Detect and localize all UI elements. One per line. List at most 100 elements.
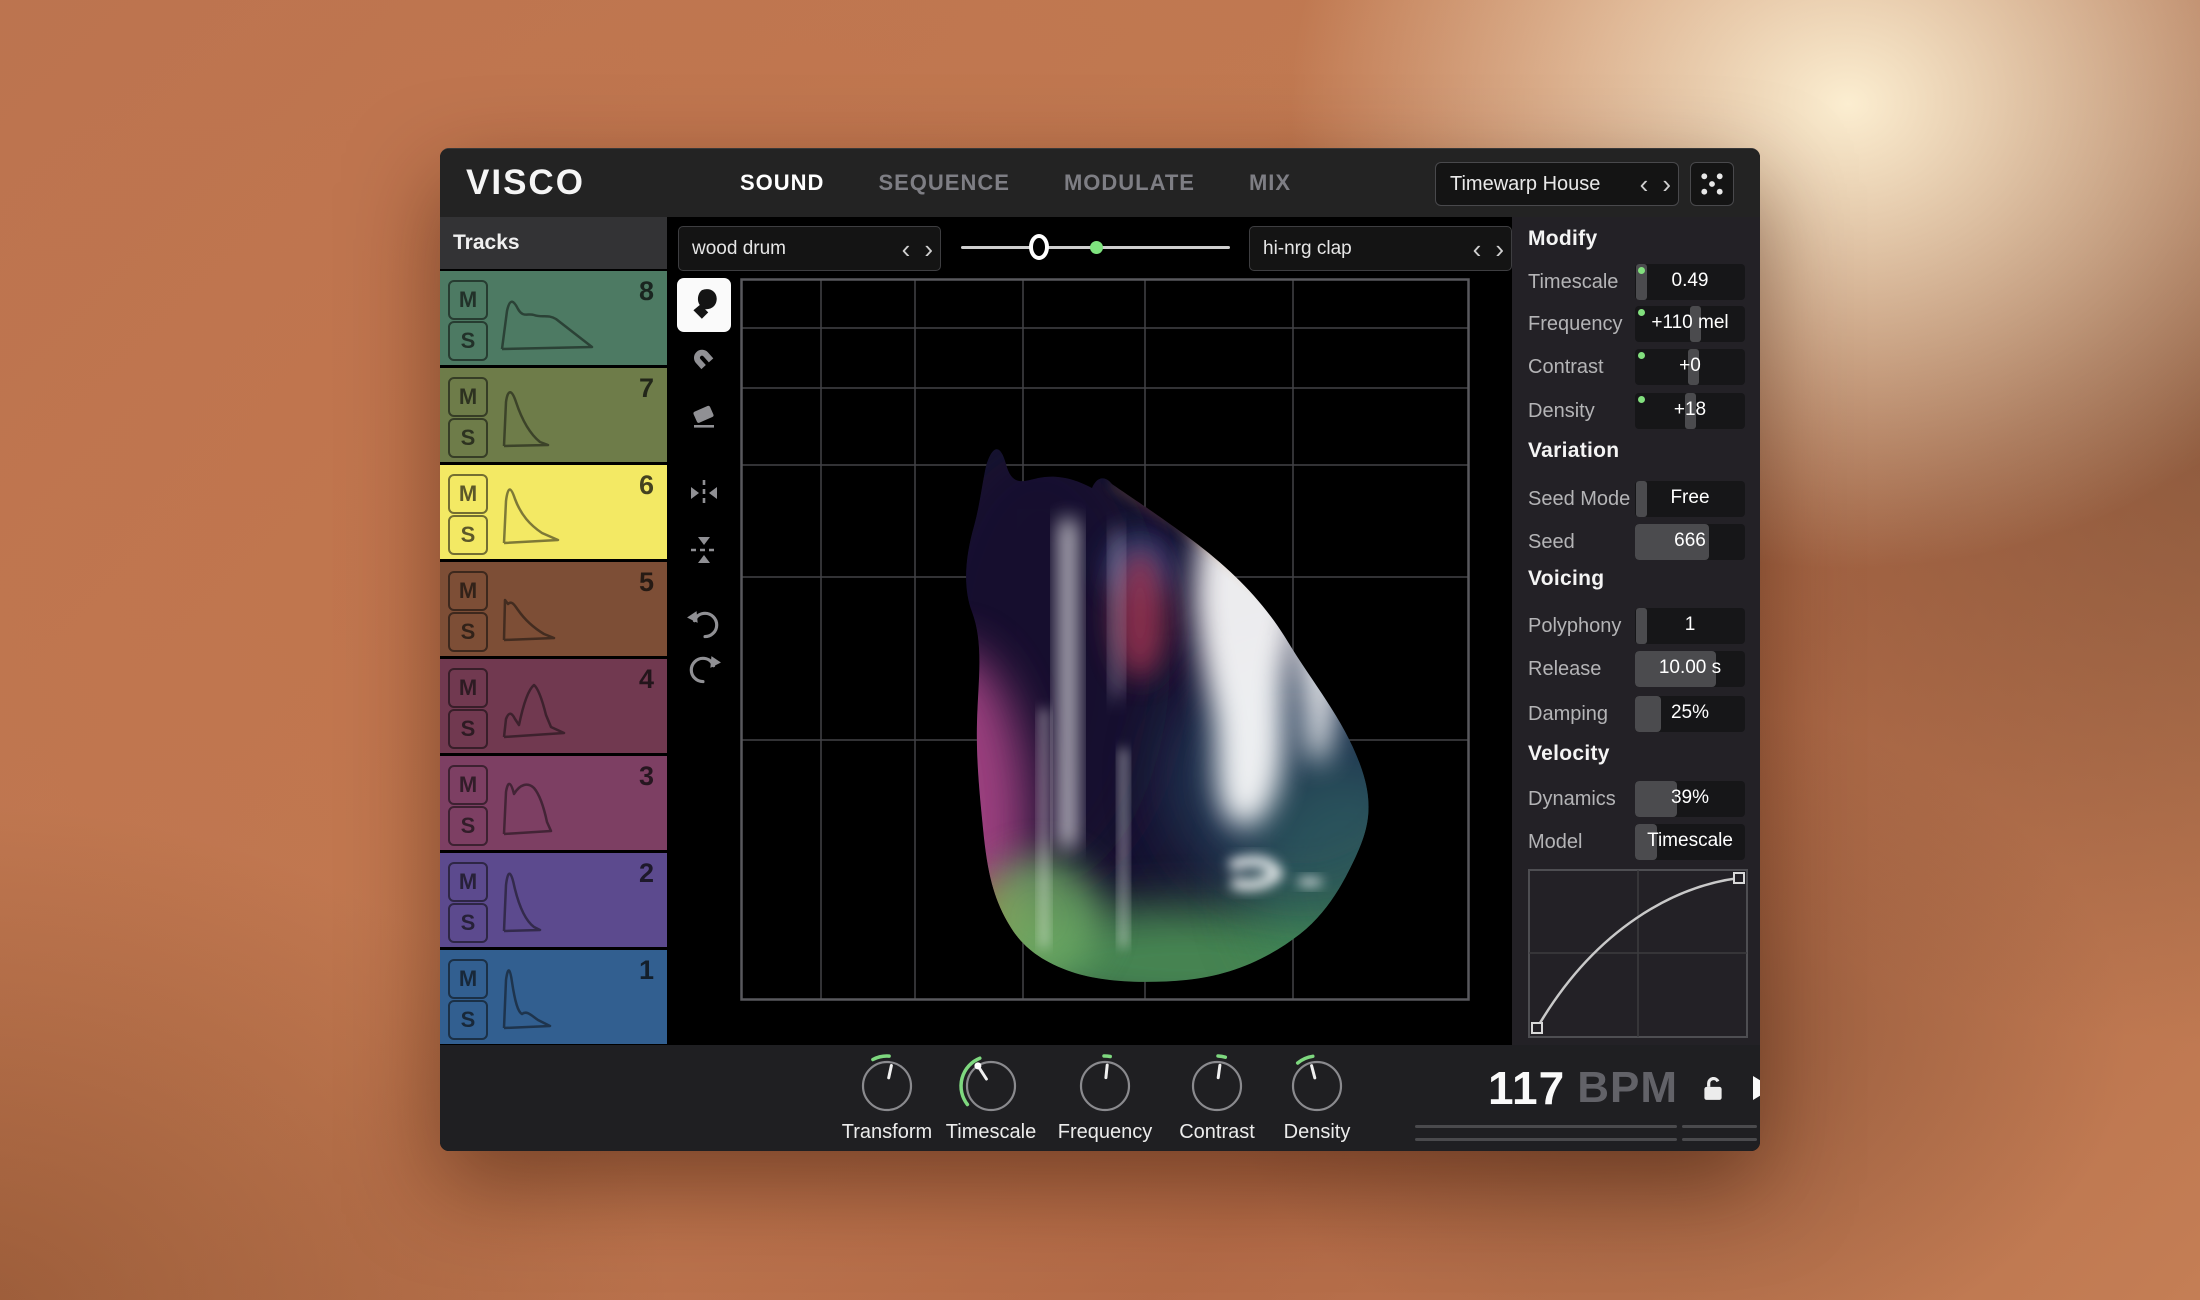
- bpm-unit: BPM: [1577, 1063, 1678, 1113]
- mute-button[interactable]: M: [448, 765, 488, 805]
- track-row[interactable]: M S 6: [440, 465, 667, 559]
- tab-sequence[interactable]: SEQUENCE: [878, 170, 1009, 196]
- converge-vertical-icon: [687, 533, 721, 567]
- solo-button[interactable]: S: [448, 903, 488, 943]
- track-row[interactable]: M S 2: [440, 853, 667, 947]
- density-knob[interactable]: [1283, 1052, 1351, 1120]
- source-prev-icon[interactable]: ‹: [895, 236, 918, 262]
- mute-button[interactable]: M: [448, 474, 488, 514]
- smudge-tool-icon: [686, 287, 722, 323]
- tab-mix[interactable]: MIX: [1249, 170, 1291, 196]
- solo-button[interactable]: S: [448, 1000, 488, 1040]
- target-next-icon[interactable]: ›: [1488, 236, 1511, 262]
- target-prev-icon[interactable]: ‹: [1466, 236, 1489, 262]
- solo-button[interactable]: S: [448, 321, 488, 361]
- mute-button[interactable]: M: [448, 377, 488, 417]
- velocity-curve-editor[interactable]: [1528, 869, 1748, 1038]
- tempo-lock-button[interactable]: [1700, 1074, 1726, 1102]
- mod-indicator-dot: [1638, 309, 1645, 316]
- preset-selector[interactable]: Timewarp House ‹ ›: [1435, 162, 1679, 206]
- meter-line: [1415, 1125, 1677, 1128]
- waveform: [494, 473, 644, 551]
- contrast-knob[interactable]: [1183, 1052, 1251, 1120]
- voicing-heading: Voicing: [1528, 567, 1604, 591]
- tracks-title: Tracks: [453, 231, 520, 255]
- seed-mode-field[interactable]: Free: [1635, 481, 1745, 517]
- smudge-tool-button[interactable]: [677, 278, 731, 332]
- param-row-density: Density +18: [1512, 393, 1760, 429]
- source-sample-selector[interactable]: wood drum ‹ ›: [678, 226, 941, 271]
- solo-button[interactable]: S: [448, 515, 488, 555]
- waveform: [494, 958, 644, 1036]
- seed-field[interactable]: 666: [1635, 524, 1745, 560]
- contrast-field[interactable]: +0: [1635, 349, 1745, 385]
- source-sample-name: wood drum: [679, 238, 895, 260]
- dice-icon: [1694, 166, 1730, 202]
- polyphony-field[interactable]: 1: [1635, 608, 1745, 644]
- frequency-field[interactable]: +110 mel: [1635, 306, 1745, 342]
- mute-button[interactable]: M: [448, 668, 488, 708]
- redo-button[interactable]: [677, 644, 731, 698]
- bpm-display[interactable]: 117 BPM: [1488, 1061, 1760, 1115]
- tab-sound[interactable]: SOUND: [740, 170, 824, 196]
- track-row[interactable]: M S 1: [440, 950, 667, 1044]
- tracks-header: Tracks: [440, 217, 667, 269]
- meter-line: [1682, 1138, 1757, 1141]
- track-number: 7: [639, 373, 654, 404]
- density-field[interactable]: +18: [1635, 393, 1745, 429]
- model-field[interactable]: Timescale: [1635, 824, 1745, 860]
- bpm-value[interactable]: 117: [1488, 1061, 1565, 1115]
- timescale-field[interactable]: 0.49: [1635, 264, 1745, 300]
- damping-field[interactable]: 25%: [1635, 696, 1745, 732]
- top-bar: VISCO SOUND SEQUENCE MODULATE MIX Timewa…: [440, 149, 1760, 217]
- mute-button[interactable]: M: [448, 280, 488, 320]
- param-row-polyphony: Polyphony 1: [1512, 608, 1760, 644]
- curve-handle-start[interactable]: [1532, 1023, 1542, 1033]
- preset-prev-icon[interactable]: ‹: [1633, 171, 1656, 197]
- morph-slider[interactable]: [961, 226, 1230, 269]
- solo-button[interactable]: S: [448, 418, 488, 458]
- dynamics-field[interactable]: 39%: [1635, 781, 1745, 817]
- plugin-window: VISCO SOUND SEQUENCE MODULATE MIX Timewa…: [440, 148, 1760, 1151]
- preset-next-icon[interactable]: ›: [1655, 171, 1678, 197]
- track-row[interactable]: M S 5: [440, 562, 667, 656]
- solo-button[interactable]: S: [448, 612, 488, 652]
- converge-horizontal-tool-button[interactable]: [677, 466, 731, 520]
- target-sample-name: hi-nrg clap: [1250, 238, 1466, 260]
- solo-button[interactable]: S: [448, 806, 488, 846]
- waveform: [494, 667, 644, 745]
- randomize-button[interactable]: [1690, 162, 1734, 206]
- eraser-icon: [687, 399, 721, 433]
- frequency-knob[interactable]: [1071, 1052, 1139, 1120]
- magnet-tool-button[interactable]: [677, 333, 731, 387]
- transform-knob[interactable]: [853, 1052, 921, 1120]
- magnet-icon: [687, 343, 721, 377]
- target-sample-selector[interactable]: hi-nrg clap ‹ ›: [1249, 226, 1512, 271]
- track-list: M S 8 M S 7 M S 6 M S 5: [440, 271, 667, 1044]
- tab-modulate[interactable]: MODULATE: [1064, 170, 1195, 196]
- source-next-icon[interactable]: ›: [917, 236, 940, 262]
- timescale-knob[interactable]: [957, 1052, 1025, 1120]
- track-row[interactable]: M S 8: [440, 271, 667, 365]
- converge-vertical-tool-button[interactable]: [677, 523, 731, 577]
- mute-button[interactable]: M: [448, 571, 488, 611]
- track-row[interactable]: M S 4: [440, 659, 667, 753]
- track-number: 6: [639, 470, 654, 501]
- play-button[interactable]: [1752, 1075, 1760, 1101]
- curve-handle-end[interactable]: [1734, 873, 1744, 883]
- eraser-tool-button[interactable]: [677, 389, 731, 443]
- solo-button[interactable]: S: [448, 709, 488, 749]
- track-row[interactable]: M S 7: [440, 368, 667, 462]
- play-icon: [1752, 1075, 1760, 1101]
- mute-button[interactable]: M: [448, 959, 488, 999]
- release-field[interactable]: 10.00 s: [1635, 651, 1745, 687]
- spectral-canvas[interactable]: [740, 278, 1470, 1001]
- param-row-damping: Damping 25%: [1512, 696, 1760, 732]
- mute-button[interactable]: M: [448, 862, 488, 902]
- variation-heading: Variation: [1528, 439, 1619, 463]
- track-row[interactable]: M S 3: [440, 756, 667, 850]
- mod-indicator-dot: [1638, 396, 1645, 403]
- meter-line: [1415, 1138, 1677, 1141]
- morph-slider-handle[interactable]: [1029, 234, 1049, 260]
- unlock-icon: [1700, 1074, 1726, 1102]
